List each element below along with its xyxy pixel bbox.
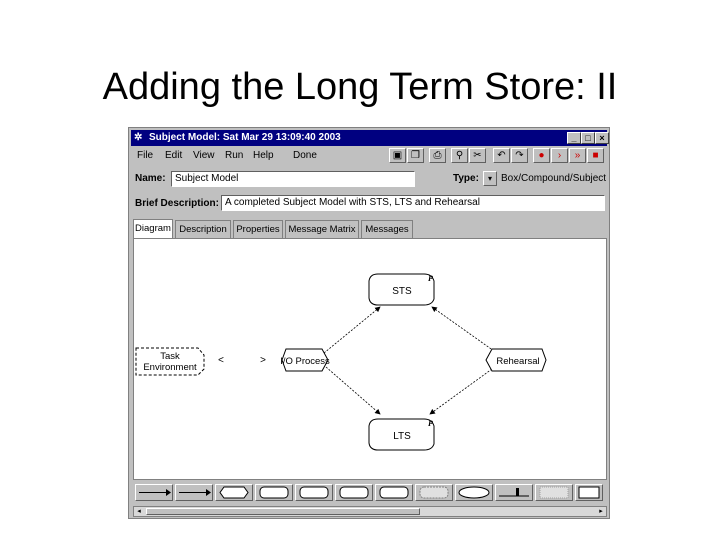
edge-rehearsal-sts bbox=[431, 306, 495, 352]
diagram-svg: STS LTS I/O Process Rehearsal Task Envir… bbox=[135, 273, 547, 451]
stop-icon[interactable]: ■ bbox=[587, 148, 604, 163]
palette-rounded-box-icon[interactable] bbox=[255, 484, 293, 501]
node-io-label: I/O Process bbox=[280, 356, 330, 367]
step-icon[interactable]: › bbox=[551, 148, 568, 163]
cut-icon[interactable]: ✂ bbox=[469, 148, 486, 163]
tab-message-matrix[interactable]: Message Matrix bbox=[285, 220, 359, 238]
tab-properties[interactable]: Properties bbox=[233, 220, 283, 238]
palette-arrow-right-icon[interactable] bbox=[175, 484, 213, 501]
window-titlebar[interactable]: ✲ Subject Model: Sat Mar 29 13:09:40 200… bbox=[131, 130, 609, 146]
palette-subject-box-icon[interactable] bbox=[375, 484, 413, 501]
menu-file[interactable]: File bbox=[137, 150, 153, 161]
horizontal-scrollbar[interactable]: ◂ ▸ bbox=[133, 506, 607, 517]
palette-arrow-left-icon[interactable] bbox=[135, 484, 173, 501]
palette-dashed-box-icon[interactable] bbox=[415, 484, 453, 501]
menu-run[interactable]: Run bbox=[225, 150, 243, 161]
sts-p-marker: P bbox=[428, 274, 433, 283]
shape-palette bbox=[133, 482, 607, 504]
node-task-label-1: Task bbox=[160, 351, 180, 362]
node-rehearsal-label: Rehearsal bbox=[496, 356, 539, 367]
record-icon[interactable]: ● bbox=[533, 148, 550, 163]
menu-bar: File Edit View Run Help Done bbox=[131, 148, 381, 164]
diagram-canvas[interactable]: STS LTS I/O Process Rehearsal Task Envir… bbox=[133, 238, 607, 480]
minimize-button[interactable]: _ bbox=[567, 132, 581, 144]
palette-connector-icon[interactable] bbox=[495, 484, 533, 501]
window-title: Subject Model: Sat Mar 29 13:09:40 2003 bbox=[149, 132, 341, 143]
name-field[interactable]: Subject Model bbox=[171, 171, 415, 187]
menu-help[interactable]: Help bbox=[253, 150, 274, 161]
palette-blank-box-icon[interactable] bbox=[575, 484, 603, 501]
application-window: ✲ Subject Model: Sat Mar 29 13:09:40 200… bbox=[128, 127, 610, 519]
tab-description[interactable]: Description bbox=[175, 220, 231, 238]
edge-io-sts bbox=[323, 306, 381, 354]
type-label: Type: bbox=[453, 173, 479, 184]
io-connector-arrows: < > bbox=[218, 356, 266, 367]
type-dropdown-icon[interactable]: ▾ bbox=[483, 171, 497, 186]
palette-ellipse-icon[interactable] bbox=[455, 484, 493, 501]
find-icon[interactable]: ⚲ bbox=[451, 148, 468, 163]
type-value: Box/Compound/Subject bbox=[501, 173, 607, 184]
slide-title: Adding the Long Term Store: II bbox=[102, 66, 618, 108]
lts-p-marker: P bbox=[428, 419, 433, 428]
menu-done[interactable]: Done bbox=[293, 150, 317, 161]
palette-dotted-box-icon[interactable] bbox=[535, 484, 573, 501]
scroll-right-icon[interactable]: ▸ bbox=[596, 507, 606, 516]
brief-description-field[interactable]: A completed Subject Model with STS, LTS … bbox=[221, 195, 605, 211]
scrollbar-thumb[interactable] bbox=[146, 508, 420, 515]
edge-io-lts bbox=[325, 366, 381, 415]
copy-icon[interactable]: ❐ bbox=[407, 148, 424, 163]
palette-hexagon-icon[interactable] bbox=[215, 484, 253, 501]
node-sts-label: STS bbox=[392, 286, 412, 297]
print-icon[interactable]: ⎙ bbox=[429, 148, 446, 163]
close-button[interactable]: × bbox=[595, 132, 609, 144]
tab-messages[interactable]: Messages bbox=[361, 220, 413, 238]
edge-rehearsal-lts bbox=[429, 368, 493, 415]
run-icon[interactable]: » bbox=[569, 148, 586, 163]
palette-store-box-icon[interactable] bbox=[335, 484, 373, 501]
redo-icon[interactable]: ↷ bbox=[511, 148, 528, 163]
app-icon: ✲ bbox=[134, 132, 143, 143]
name-label: Name: bbox=[135, 173, 166, 184]
tab-diagram[interactable]: Diagram bbox=[133, 219, 173, 238]
palette-process-box-icon[interactable] bbox=[295, 484, 333, 501]
node-lts-label: LTS bbox=[393, 431, 411, 442]
toolbar: ▣ ❐ ⎙ ⚲ ✂ ↶ ↷ ● › » ■ bbox=[385, 146, 607, 166]
brief-description-label: Brief Description: bbox=[135, 198, 219, 209]
node-task-label-2: Environment bbox=[143, 362, 197, 373]
maximize-button[interactable]: □ bbox=[581, 132, 595, 144]
menu-edit[interactable]: Edit bbox=[165, 150, 182, 161]
undo-icon[interactable]: ↶ bbox=[493, 148, 510, 163]
save-icon[interactable]: ▣ bbox=[389, 148, 406, 163]
scroll-left-icon[interactable]: ◂ bbox=[134, 507, 144, 516]
menu-view[interactable]: View bbox=[193, 150, 215, 161]
